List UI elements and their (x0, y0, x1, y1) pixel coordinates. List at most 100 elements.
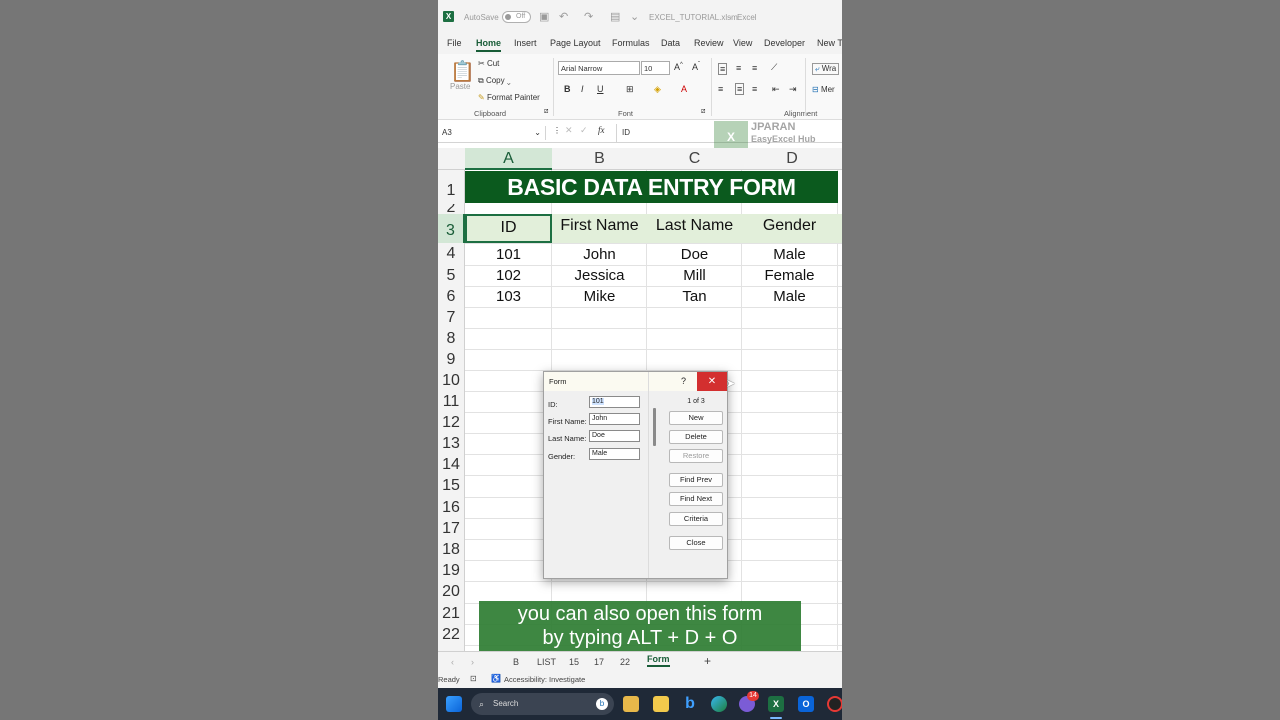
row-header-3[interactable]: 3 (438, 214, 465, 243)
tab-new[interactable]: New T (817, 38, 842, 48)
column-header-c[interactable]: C (647, 148, 742, 170)
excel-taskbar-icon[interactable]: X (768, 696, 784, 712)
tab-data[interactable]: Data (661, 38, 680, 48)
find-next-button[interactable]: Find Next (669, 492, 723, 506)
data-cell[interactable]: Male (742, 244, 837, 265)
column-header-a[interactable]: A (465, 148, 552, 170)
restore-button[interactable]: Restore (669, 449, 723, 463)
tab-formulas[interactable]: Formulas (612, 38, 650, 48)
enter-icon[interactable]: ✓ (580, 125, 588, 136)
dialog-launcher-icon[interactable]: ⧄ (544, 108, 548, 116)
select-all-corner[interactable] (438, 148, 465, 170)
row-header-20[interactable]: 20 (438, 581, 465, 603)
row-header-16[interactable]: 16 (438, 497, 465, 518)
decrease-font-icon[interactable]: Aˇ (692, 62, 700, 72)
data-cell[interactable]: Doe (647, 244, 742, 265)
field-input-gender[interactable]: Male (589, 448, 640, 460)
outlook-icon[interactable]: O (798, 696, 814, 712)
sheet-title[interactable]: BASIC DATA ENTRY FORM (465, 171, 838, 203)
tab-view[interactable]: View (733, 38, 752, 48)
field-input-last-name[interactable]: Doe (589, 430, 640, 442)
header-cell-first-name[interactable]: First Name (552, 214, 647, 243)
close-icon[interactable]: ✕ (697, 372, 727, 391)
data-cell[interactable]: Mill (647, 265, 742, 286)
row-header-18[interactable]: 18 (438, 539, 465, 560)
edge-browser-icon[interactable] (711, 696, 727, 712)
align-right-icon[interactable]: ≡ (752, 84, 757, 94)
align-center-icon[interactable]: ≡ (735, 83, 745, 95)
data-cell[interactable]: 103 (465, 286, 552, 307)
sheet-tab-list[interactable]: LIST (537, 657, 556, 667)
font-dialog-launcher-icon[interactable]: ⧄ (701, 108, 705, 116)
macro-record-icon[interactable]: ⊡ (470, 674, 477, 683)
form-qat-icon[interactable]: ▤ (610, 10, 620, 23)
row-header-5[interactable]: 5 (438, 265, 465, 286)
copy-button[interactable]: ⧉ Copy ⌄ (478, 76, 511, 86)
add-sheet-icon[interactable]: + (704, 654, 711, 668)
increase-indent-icon[interactable]: ⇥ (789, 84, 797, 95)
borders-icon[interactable]: ⊞ (626, 84, 634, 95)
delete-button[interactable]: Delete (669, 430, 723, 444)
row-header-10[interactable]: 10 (438, 370, 465, 391)
recorder-icon[interactable] (827, 696, 842, 712)
scroll-right-icon[interactable]: › (471, 657, 474, 667)
file-explorer-icon[interactable] (623, 696, 639, 712)
bold-icon[interactable]: B (564, 84, 571, 94)
font-size-box[interactable]: 10 (641, 61, 670, 75)
row-header-8[interactable]: 8 (438, 328, 465, 349)
data-cell[interactable]: 101 (465, 244, 552, 265)
font-color-icon[interactable]: A (681, 84, 687, 94)
customize-qat-icon[interactable]: ⌄ (630, 10, 639, 23)
merge-center-button[interactable]: ⊟ Mer (812, 85, 835, 94)
row-header-13[interactable]: 13 (438, 433, 465, 454)
data-cell[interactable]: Tan (647, 286, 742, 307)
increase-font-icon[interactable]: A^ (674, 62, 683, 72)
save-icon[interactable]: ▣ (539, 10, 549, 23)
align-middle-icon[interactable]: ≡ (736, 63, 741, 73)
help-icon[interactable]: ? (681, 376, 686, 386)
row-header-15[interactable]: 15 (438, 475, 465, 497)
data-cell[interactable]: Mike (552, 286, 647, 307)
paste-icon[interactable]: 📋 (450, 59, 475, 84)
sheet-tab-17[interactable]: 17 (594, 657, 604, 667)
column-header-b[interactable]: B (552, 148, 647, 170)
column-header-d[interactable]: D (742, 148, 842, 170)
windows-start-icon[interactable] (446, 696, 462, 712)
dialog-title-bar[interactable]: Form ? ✕ (544, 372, 727, 391)
tab-page-layout[interactable]: Page Layout (550, 38, 601, 48)
row-header-14[interactable]: 14 (438, 454, 465, 475)
header-cell-last-name[interactable]: Last Name (647, 214, 742, 243)
cancel-icon[interactable]: ✕ (565, 125, 573, 136)
insert-function-icon[interactable]: fx (598, 125, 605, 135)
decrease-indent-icon[interactable]: ⇤ (772, 84, 780, 95)
name-box[interactable]: A3 ⌄ (440, 126, 546, 140)
notes-app-icon[interactable] (653, 696, 669, 712)
sheet-tab-form[interactable]: Form (647, 654, 670, 667)
header-cell-gender[interactable]: Gender (742, 214, 837, 243)
font-name-box[interactable]: Arial Narrow (558, 61, 640, 75)
taskbar-search[interactable]: ⌕ Search b (471, 693, 614, 715)
find-prev-button[interactable]: Find Prev (669, 473, 723, 487)
scroll-left-icon[interactable]: ‹ (451, 657, 454, 667)
field-input-id[interactable]: 101 (589, 396, 640, 408)
row-header-17[interactable]: 17 (438, 518, 465, 539)
row-header-22[interactable]: 22 (438, 624, 465, 645)
data-cell[interactable]: John (552, 244, 647, 265)
autosave-toggle[interactable]: Off (502, 11, 531, 23)
close-button[interactable]: Close (669, 536, 723, 550)
row-header-4[interactable]: 4 (438, 243, 465, 265)
redo-icon[interactable]: ↷ (584, 10, 593, 23)
new-button[interactable]: New (669, 411, 723, 425)
paste-button[interactable]: Paste (450, 82, 470, 91)
italic-icon[interactable]: I (581, 84, 584, 94)
tab-developer[interactable]: Developer (764, 38, 805, 48)
row-header-19[interactable]: 19 (438, 560, 465, 581)
row-header-11[interactable]: 11 (438, 391, 465, 412)
fill-color-icon[interactable]: ◈ (654, 84, 661, 95)
sheet-tab-b[interactable]: B (513, 657, 519, 667)
sheet-tab-15[interactable]: 15 (569, 657, 579, 667)
accessibility-status[interactable]: Accessibility: Investigate (504, 675, 585, 684)
bing-app-icon[interactable]: b (682, 696, 698, 712)
row-header-1[interactable]: 1 (438, 170, 465, 204)
criteria-button[interactable]: Criteria (669, 512, 723, 526)
